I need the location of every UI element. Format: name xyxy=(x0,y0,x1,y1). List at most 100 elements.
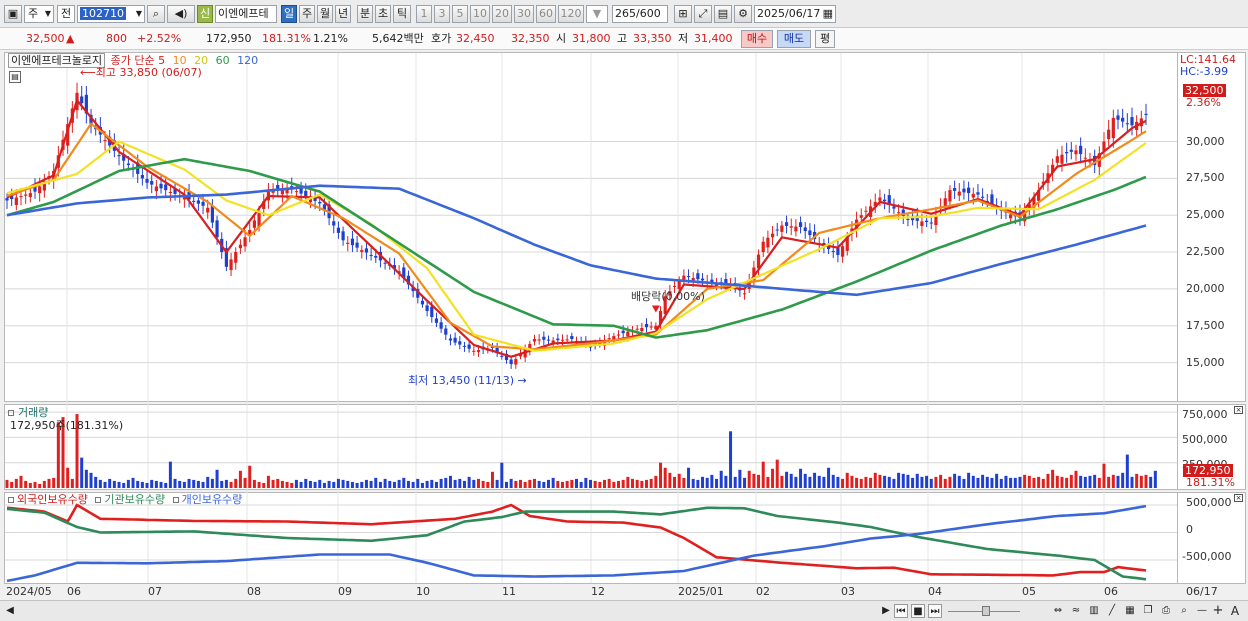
volume-bar xyxy=(799,468,803,488)
volume-bar xyxy=(859,478,863,488)
volume-bar xyxy=(1051,469,1055,488)
volume-bar xyxy=(257,481,261,488)
candle-body xyxy=(1107,129,1111,140)
volume-bar xyxy=(122,482,126,488)
volume-bar xyxy=(1079,475,1083,488)
volume-bar xyxy=(444,477,448,488)
volume-bar xyxy=(336,478,340,488)
volume-bar xyxy=(42,480,46,488)
volume-bar xyxy=(266,475,270,488)
candle-body xyxy=(229,259,233,271)
volume-bar xyxy=(589,479,593,488)
compare-icon[interactable]: ≈ xyxy=(1068,604,1084,618)
volume-bar xyxy=(1144,474,1148,488)
candle-body xyxy=(150,181,154,185)
candle-body xyxy=(1116,115,1120,120)
candle-body xyxy=(1130,117,1134,126)
candle-body xyxy=(318,201,322,204)
volume-bar xyxy=(831,474,835,488)
volume-bar xyxy=(668,472,672,488)
volume-bar xyxy=(901,473,905,488)
volume-bar xyxy=(663,467,667,488)
volume-bar xyxy=(747,470,751,488)
x-label-2024-05: 2024/05 xyxy=(6,585,52,598)
volume-bar xyxy=(406,480,410,488)
volume-bar xyxy=(220,480,224,488)
magnify-icon[interactable]: ⌕ xyxy=(1176,604,1192,618)
candle-body xyxy=(882,199,887,202)
volume-bar xyxy=(934,476,938,488)
zoom-in-icon[interactable]: + xyxy=(1212,604,1224,618)
volume-bar xyxy=(733,476,737,488)
candle-body xyxy=(789,226,793,228)
volume-bar xyxy=(845,472,849,488)
volume-bar xyxy=(448,475,452,488)
volume-bar xyxy=(397,479,401,488)
volume-bar xyxy=(677,473,681,488)
volume-bar xyxy=(299,481,303,488)
volume-bar xyxy=(1037,476,1041,488)
volume-bar xyxy=(803,473,807,488)
candle-body xyxy=(677,280,681,290)
candle-body xyxy=(864,210,868,212)
volume-bar xyxy=(117,481,121,488)
chart-type-icon[interactable]: ▥ xyxy=(1086,604,1102,618)
line-icon[interactable]: ╱ xyxy=(1104,604,1120,618)
scroll-left-icon[interactable]: ◀ xyxy=(4,604,16,618)
zoom-slider-thumb[interactable] xyxy=(982,606,990,616)
price-tick: 17,500 xyxy=(1186,318,1225,332)
volume-bar xyxy=(612,481,616,488)
scrollbar[interactable]: ◀ ▶ ⏮ ■ ⏭ ⇔ ≈ ▥ ╱ ▦ ❐ ⎙ ⌕ — + A xyxy=(0,600,1248,621)
volume-bar xyxy=(430,479,434,488)
print-icon[interactable]: ⎙ xyxy=(1158,604,1174,618)
volume-bar xyxy=(556,480,560,488)
volume-bar xyxy=(182,481,186,488)
panel-menu-icon[interactable]: ▤ xyxy=(9,71,21,83)
volume-bar xyxy=(1065,477,1069,488)
volume-bar xyxy=(943,478,947,488)
dividend-arrow xyxy=(651,305,660,313)
ma5-line xyxy=(6,97,1147,358)
volume-bar xyxy=(710,474,714,488)
volume-bar xyxy=(948,476,952,488)
zoom-out-icon[interactable]: — xyxy=(1196,604,1208,618)
holding-close-icon[interactable]: × xyxy=(1234,494,1243,502)
ma60-line xyxy=(6,157,1147,339)
stop-icon[interactable]: ■ xyxy=(911,604,925,618)
volume-bar xyxy=(243,477,247,488)
volume-bar xyxy=(691,478,695,488)
candle-body xyxy=(168,191,172,193)
volume-bar xyxy=(808,476,812,488)
candle-body xyxy=(374,255,378,258)
volume-bar xyxy=(178,480,182,488)
grid-icon[interactable]: ▦ xyxy=(1122,604,1138,618)
first-icon[interactable]: ⏮ xyxy=(894,604,908,618)
candle-body xyxy=(196,200,200,204)
candle-body xyxy=(341,231,345,241)
ma10-line xyxy=(6,122,1147,351)
volume-bar xyxy=(743,477,747,488)
font-size-icon[interactable]: A xyxy=(1228,604,1242,618)
scroll-right-icon[interactable]: ▶ xyxy=(880,604,892,618)
volume-bar xyxy=(579,481,583,488)
volume-bar xyxy=(953,473,957,488)
volume-bar xyxy=(1135,473,1139,488)
volume-bar xyxy=(439,478,443,488)
volume-bar xyxy=(1013,477,1017,488)
copy-icon[interactable]: ❐ xyxy=(1140,604,1156,618)
volume-close-icon[interactable]: × xyxy=(1234,406,1243,414)
volume-bar xyxy=(56,422,60,488)
volume-bar xyxy=(504,481,508,488)
last-icon[interactable]: ⏭ xyxy=(928,604,942,618)
volume-bar xyxy=(196,480,200,488)
scale-icon[interactable]: ⇔ xyxy=(1050,604,1066,618)
volume-bar xyxy=(649,478,653,488)
hold-tick-neg500k: -500,000 xyxy=(1182,550,1232,563)
candle-body xyxy=(1125,123,1129,125)
volume-bar xyxy=(486,481,490,488)
institution-legend: 기관보유수량 xyxy=(104,493,166,506)
volume-bar xyxy=(775,459,779,488)
volume-bar xyxy=(294,479,298,488)
volume-bar xyxy=(584,477,588,488)
volume-bar xyxy=(1032,477,1036,488)
